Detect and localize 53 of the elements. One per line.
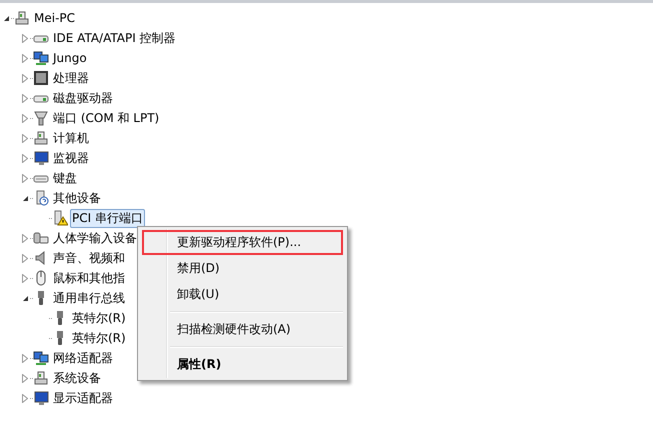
tree-item[interactable]: 计算机 (51, 128, 91, 148)
tree-item[interactable]: 端口 (COM 和 LPT) (51, 108, 162, 128)
chip-icon (33, 70, 49, 86)
tree-item[interactable]: PCI 串行端口 (70, 208, 145, 228)
expand-arrow-icon[interactable] (22, 34, 28, 42)
network-icon (33, 350, 49, 366)
computer-icon (14, 10, 30, 26)
tree-item[interactable]: 监视器 (51, 148, 91, 168)
expand-arrow-icon[interactable] (22, 134, 28, 142)
expand-arrow-icon[interactable] (22, 154, 28, 162)
menu-item[interactable]: 更新驱动程序软件(P)... (142, 230, 343, 255)
expand-arrow-icon[interactable] (22, 254, 28, 262)
expand-arrow-icon[interactable] (22, 354, 28, 362)
collapse-arrow-icon[interactable] (22, 294, 28, 302)
warning-device-icon (52, 210, 68, 226)
menu-item[interactable]: 属性(R) (142, 352, 343, 377)
tree-item[interactable]: 显示适配器 (51, 388, 115, 408)
expand-arrow-icon[interactable] (22, 234, 28, 242)
monitor-icon (33, 390, 49, 406)
expand-arrow-icon[interactable] (22, 54, 28, 62)
tree-item[interactable]: 鼠标和其他指 (51, 268, 127, 288)
expand-arrow-icon[interactable] (22, 94, 28, 102)
tree-item[interactable]: 声音、视频和 (51, 248, 127, 268)
port-icon (33, 110, 49, 126)
tree-item[interactable]: 处理器 (51, 68, 91, 88)
tree-item[interactable]: 键盘 (51, 168, 79, 188)
tree-item[interactable]: IDE ATA/ATAPI 控制器 (51, 28, 178, 48)
input-device-icon (33, 230, 49, 246)
monitor-icon (33, 150, 49, 166)
collapse-arrow-icon[interactable] (22, 194, 28, 202)
tree-item[interactable]: 人体学输入设备 (51, 228, 139, 248)
menu-item[interactable]: 扫描检测硬件改动(A) (142, 317, 343, 342)
tree-item[interactable]: 英特尔(R) (70, 328, 128, 348)
expand-arrow-icon[interactable] (22, 74, 28, 82)
expand-arrow-icon[interactable] (22, 114, 28, 122)
tree-item[interactable]: 其他设备 (51, 188, 103, 208)
expand-arrow-icon[interactable] (22, 394, 28, 402)
tree-item[interactable]: 系统设备 (51, 368, 103, 388)
expand-arrow-icon[interactable] (22, 374, 28, 382)
tree-item[interactable]: 网络适配器 (51, 348, 115, 368)
expand-arrow-icon[interactable] (22, 274, 28, 282)
tree-item[interactable]: Jungo (51, 48, 89, 68)
menu-item[interactable]: 禁用(D) (142, 256, 343, 281)
tree-item[interactable]: 磁盘驱动器 (51, 88, 115, 108)
network-icon (33, 50, 49, 66)
menu-item[interactable]: 卸载(U) (142, 282, 343, 307)
expand-arrow-icon[interactable] (22, 174, 28, 182)
collapse-arrow-icon[interactable] (2, 14, 10, 22)
computer-icon (33, 130, 49, 146)
tree-item[interactable]: Mei-PC (32, 8, 78, 28)
computer-icon (33, 370, 49, 386)
tree-item[interactable]: 英特尔(R) (70, 308, 128, 328)
tree-item[interactable]: 通用串行总线 (51, 288, 127, 308)
